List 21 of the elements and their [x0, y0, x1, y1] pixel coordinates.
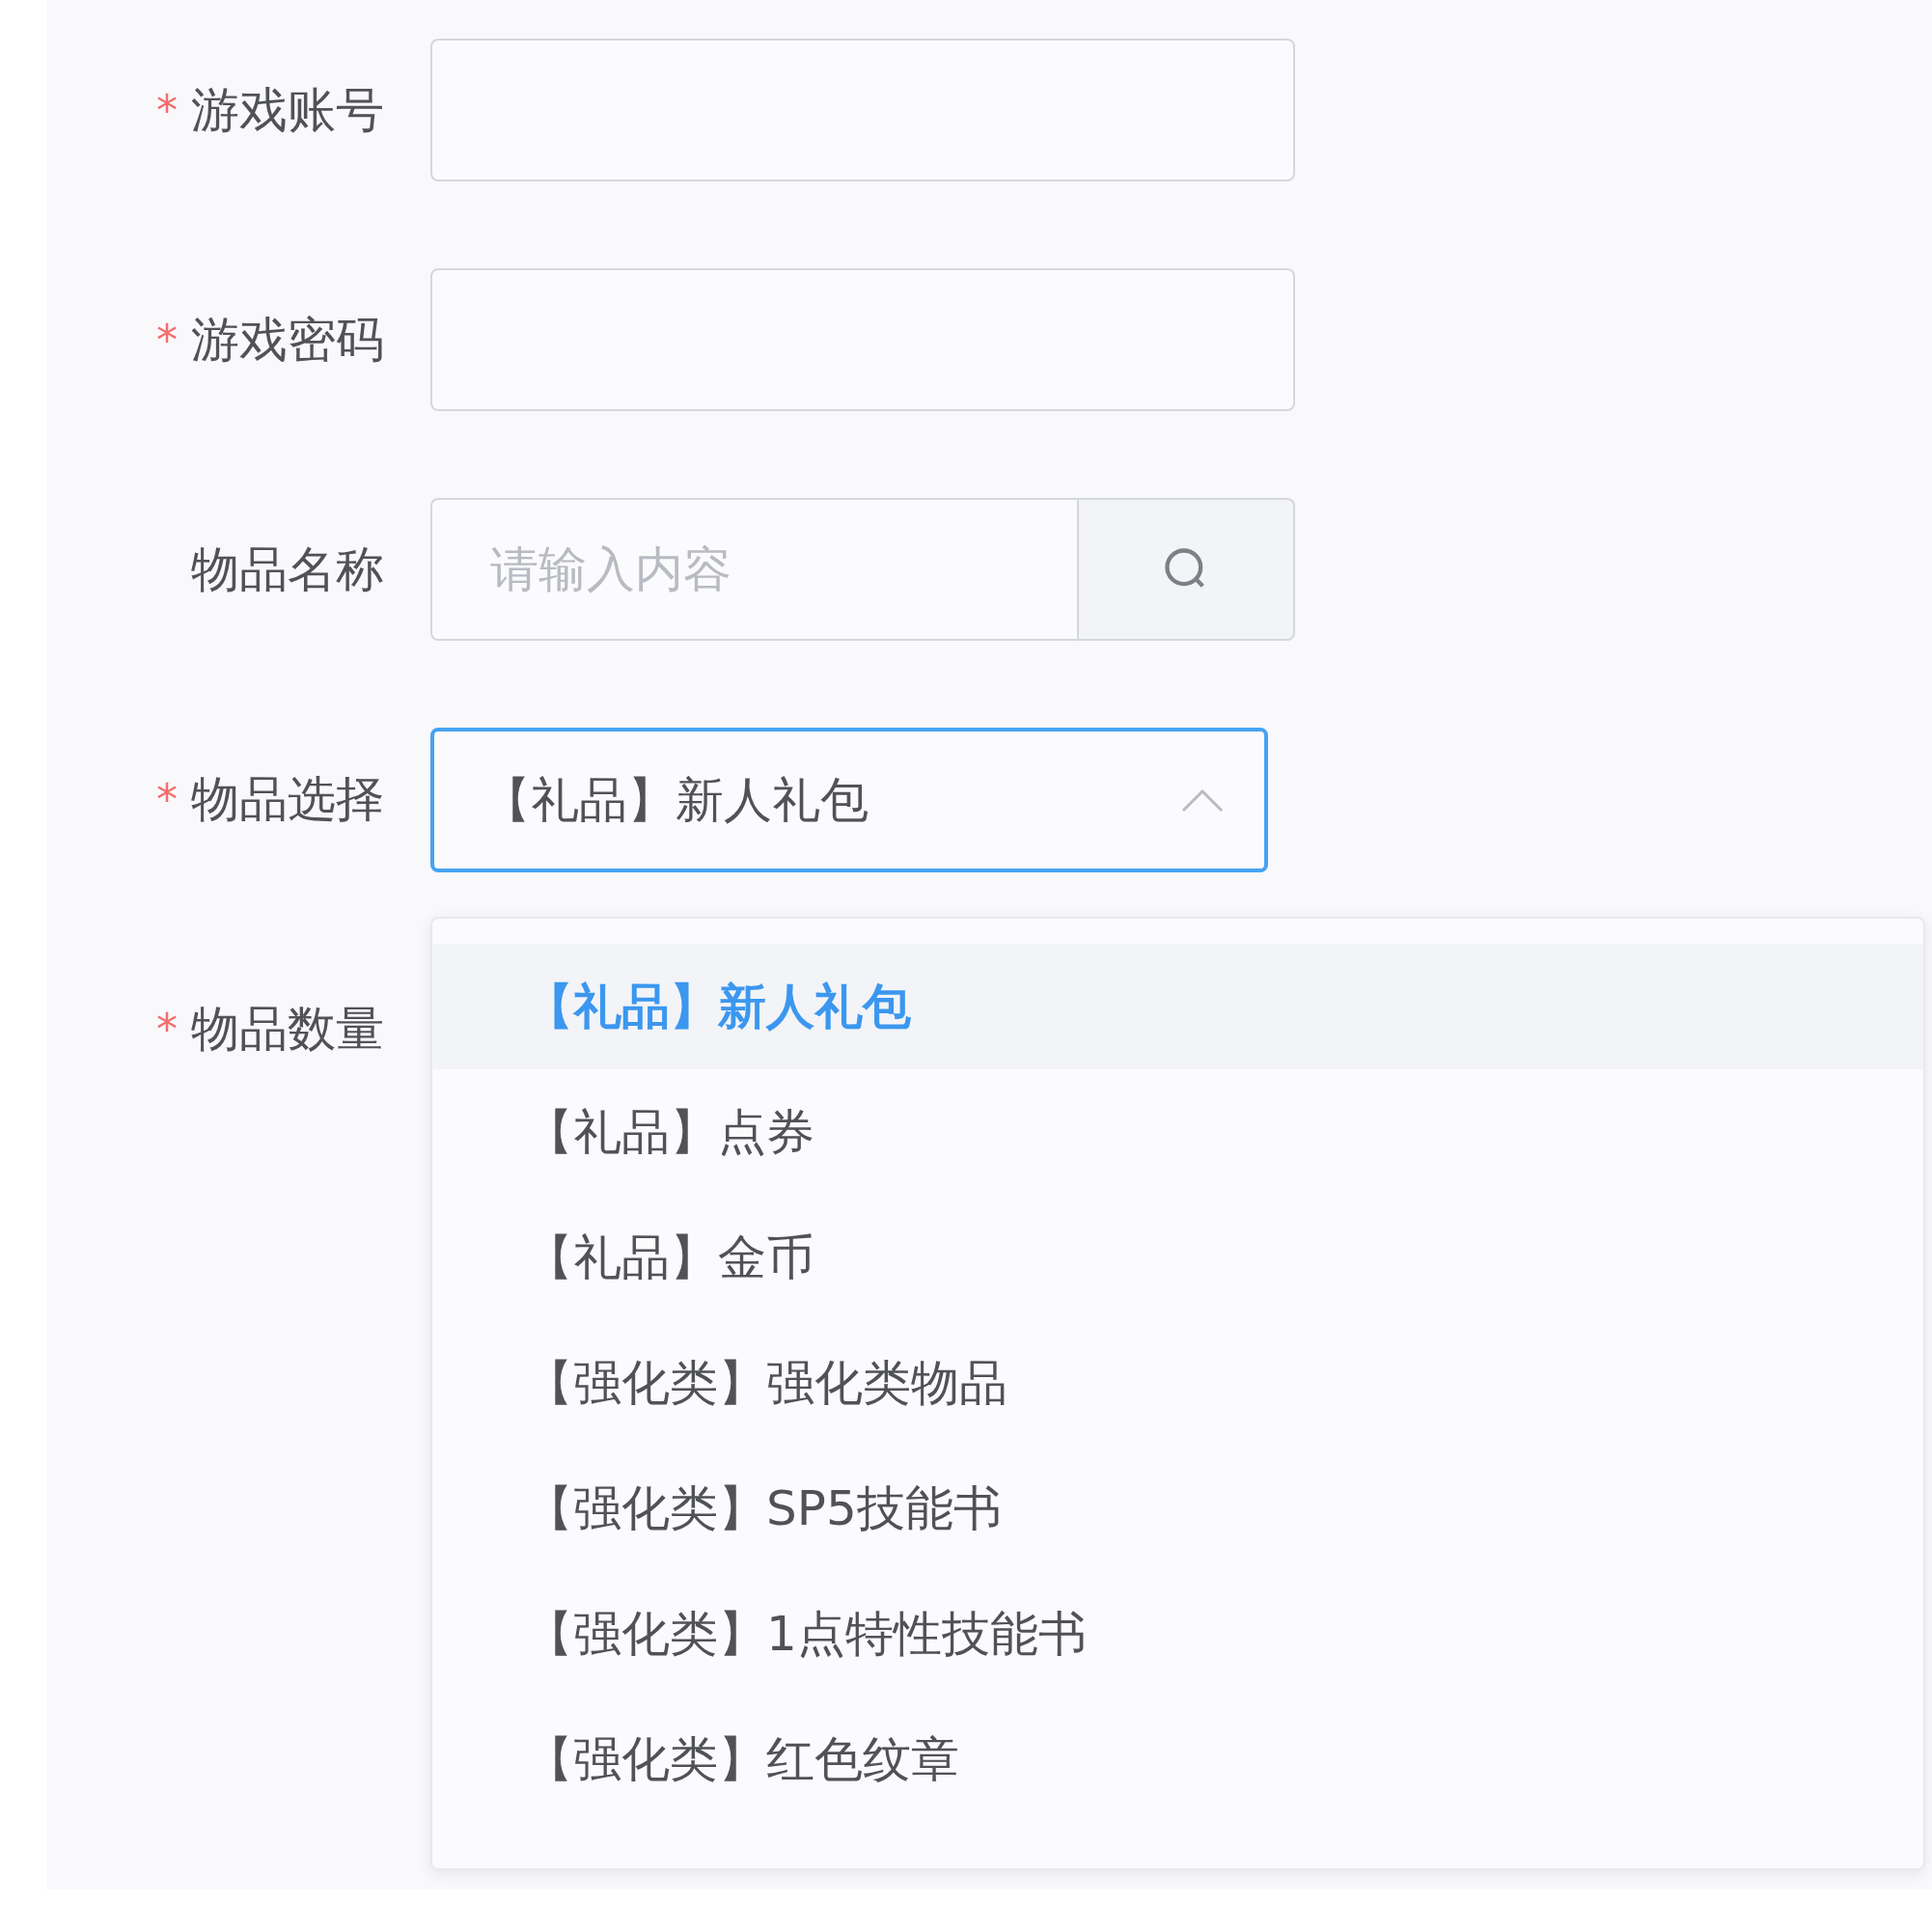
dropdown-option[interactable]: 【强化类】红色纹章 [432, 1697, 1923, 1822]
required-mark: * [156, 315, 178, 365]
input-field[interactable] [430, 268, 1295, 411]
search-field[interactable]: 请输入内容 [430, 498, 1077, 641]
select-field[interactable]: 【礼品】新人礼包 [430, 728, 1268, 872]
search-button[interactable] [1077, 498, 1295, 641]
field-label: 物品选择 [191, 769, 384, 829]
dropdown-option[interactable]: 【礼品】金币 [432, 1195, 1923, 1320]
dropdown-option[interactable]: 【强化类】强化类物品 [432, 1320, 1923, 1446]
dropdown-option[interactable]: 【礼品】点券 [432, 1069, 1923, 1195]
field-label: 游戏密码 [191, 310, 384, 370]
required-mark: * [156, 85, 178, 135]
dropdown-option[interactable]: 【强化类】1点特性技能书 [432, 1571, 1923, 1697]
field-label: 游戏账号 [191, 80, 384, 140]
field-label: 物品数量 [191, 999, 384, 1059]
input-field[interactable] [430, 39, 1295, 181]
chevron-up-icon [1181, 787, 1224, 813]
field-label: 物品名称 [191, 539, 384, 599]
required-mark: * [156, 1004, 178, 1054]
dropdown-option[interactable]: 【强化类】SP5技能书 [432, 1446, 1923, 1571]
required-mark: * [156, 774, 178, 824]
